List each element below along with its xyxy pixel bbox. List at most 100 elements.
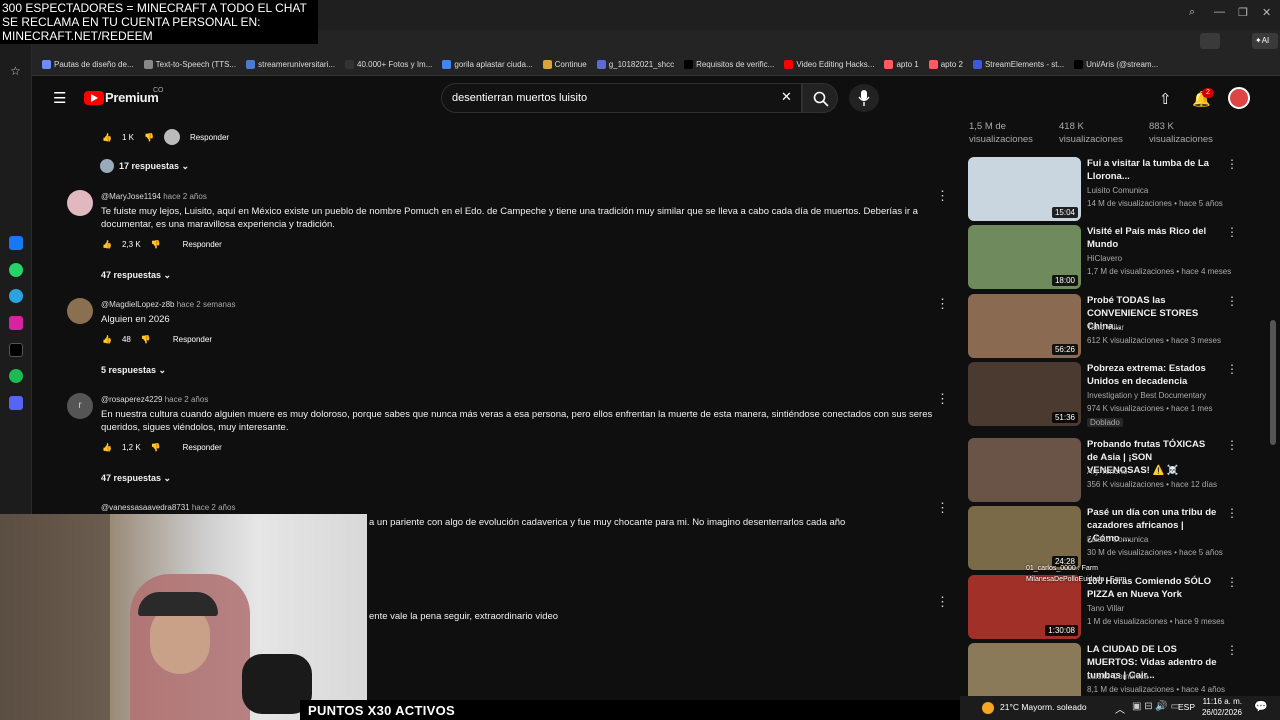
avatar[interactable] bbox=[1228, 87, 1250, 109]
maximize-icon[interactable]: ❐ bbox=[1238, 6, 1248, 19]
video-thumbnail[interactable]: 24:28 bbox=[968, 506, 1081, 570]
reply-button[interactable]: Responder bbox=[173, 335, 212, 344]
avatar[interactable]: r bbox=[67, 393, 93, 419]
comment-author[interactable]: @rosaperez4229 hace 2 años bbox=[101, 395, 208, 404]
dislike-icon[interactable]: 👎 bbox=[151, 240, 161, 249]
reply-button[interactable]: Responder bbox=[183, 443, 222, 452]
channel-name[interactable]: Tano Villar bbox=[1087, 604, 1124, 613]
youtube-logo-icon[interactable] bbox=[84, 91, 104, 105]
bookmark-item[interactable]: Requisitos de verific... bbox=[684, 60, 774, 69]
x-icon[interactable] bbox=[9, 343, 23, 357]
bookmark-item[interactable]: Pautas de diseño de... bbox=[42, 60, 134, 69]
like-icon[interactable]: 👍 bbox=[102, 335, 112, 344]
more-options-icon[interactable]: ⋮ bbox=[1226, 575, 1238, 589]
scrollbar[interactable] bbox=[1270, 320, 1276, 445]
video-card[interactable]: 24:28 Pasé un día con una tribu de cazado… bbox=[968, 506, 1268, 570]
like-icon[interactable]: 👍 bbox=[102, 133, 112, 142]
channel-name[interactable]: Investigation y Best Documentary bbox=[1087, 391, 1206, 400]
comment-time[interactable]: hace 2 años bbox=[163, 192, 207, 201]
show-replies-button[interactable]: 47 respuestas ⌄ bbox=[101, 473, 171, 484]
like-icon[interactable]: 👍 bbox=[102, 443, 112, 452]
video-card[interactable]: 51:36 Pobreza extrema: Estados Unidos en … bbox=[968, 362, 1268, 427]
voice-search-button[interactable] bbox=[849, 84, 879, 112]
more-options-icon[interactable]: ⋮ bbox=[936, 500, 949, 516]
more-options-icon[interactable]: ⋮ bbox=[1226, 506, 1238, 520]
video-thumbnail[interactable] bbox=[968, 438, 1081, 502]
video-title[interactable]: Fui a visitar la tumba de La Llorona... bbox=[1087, 157, 1217, 183]
bookmark-item[interactable]: Text-to-Speech (TTS... bbox=[143, 60, 236, 69]
language-indicator[interactable]: ESP bbox=[1178, 702, 1195, 712]
more-options-icon[interactable]: ⋮ bbox=[936, 391, 949, 407]
search-input[interactable]: desentierran muertos luisito bbox=[441, 83, 802, 113]
player-icon[interactable] bbox=[9, 396, 23, 410]
video-title[interactable]: Visité el País más Rico del Mundo bbox=[1087, 225, 1217, 251]
more-options-icon[interactable]: ⋮ bbox=[936, 188, 949, 204]
show-replies-button[interactable]: 47 respuestas ⌄ bbox=[101, 270, 171, 281]
show-replies-button[interactable]: 17 respuestas ⌄ bbox=[119, 161, 189, 172]
author-name[interactable]: @MaryJose1194 bbox=[101, 192, 161, 201]
dislike-icon[interactable]: 👎 bbox=[144, 133, 154, 142]
bookmark-item[interactable]: 40.000+ Fotos y Im... bbox=[345, 60, 432, 69]
video-card[interactable]: 56:26 Probé TODAS las CONVENIENCE STORES … bbox=[968, 294, 1268, 358]
channel-name[interactable]: HiClavero bbox=[1087, 254, 1122, 263]
comment-author[interactable]: @MagdielLopez-z8b hace 2 semanas bbox=[101, 300, 235, 309]
weather-icon[interactable] bbox=[982, 702, 994, 714]
search-button[interactable] bbox=[802, 83, 838, 113]
author-name[interactable]: @rosaperez4229 bbox=[101, 395, 163, 404]
show-replies-button[interactable]: 5 respuestas ⌄ bbox=[101, 365, 166, 376]
author-name[interactable]: @vanessasaavedra8731 bbox=[101, 503, 190, 512]
dislike-icon[interactable]: 👎 bbox=[141, 335, 151, 344]
comment-time[interactable]: hace 2 semanas bbox=[177, 300, 236, 309]
video-thumbnail[interactable]: 18:00 bbox=[968, 225, 1081, 289]
video-thumbnail[interactable]: 51:36 bbox=[968, 362, 1081, 426]
minimize-icon[interactable]: — bbox=[1214, 6, 1225, 18]
bookmark-item[interactable]: Video Editing Hacks... bbox=[784, 60, 874, 69]
more-options-icon[interactable]: ⋮ bbox=[1226, 438, 1238, 452]
bookmark-item[interactable]: apto 1 bbox=[884, 60, 919, 69]
reply-button[interactable]: Responder bbox=[190, 133, 229, 142]
bookmark-item[interactable]: Continue bbox=[542, 60, 587, 69]
channel-name[interactable]: Luisito Comunica bbox=[1087, 672, 1148, 681]
reply-button[interactable]: Responder bbox=[183, 240, 222, 249]
like-icon[interactable]: 👍 bbox=[102, 240, 112, 249]
bookmark-item[interactable]: Uni/Aris (@stream... bbox=[1074, 60, 1158, 69]
author-name[interactable]: @MagdielLopez-z8b bbox=[101, 300, 175, 309]
bookmark-item[interactable]: gorila aplastar ciuda... bbox=[442, 60, 533, 69]
extension-icon[interactable] bbox=[1200, 33, 1220, 49]
dislike-icon[interactable]: 👎 bbox=[151, 443, 161, 452]
video-card[interactable]: Probando frutas TÓXICAS de Asia | ¡SON V… bbox=[968, 438, 1268, 502]
clear-search-icon[interactable]: ✕ bbox=[781, 89, 792, 105]
video-card[interactable]: 1:30:08 100 Horas Comiendo SÓLO PIZZA en … bbox=[968, 575, 1268, 639]
more-options-icon[interactable]: ⋮ bbox=[1226, 643, 1238, 657]
ai-button[interactable]: ✦AI bbox=[1252, 33, 1278, 49]
channel-name[interactable]: Luisito Comunica bbox=[1087, 535, 1148, 544]
menu-icon[interactable]: ☰ bbox=[53, 89, 66, 107]
weather-text[interactable]: 21°C Mayorm. soleado bbox=[1000, 702, 1087, 712]
bookmark-item[interactable]: g_10182021_shcc bbox=[596, 60, 674, 69]
whatsapp-icon[interactable] bbox=[9, 263, 23, 277]
more-options-icon[interactable]: ⋮ bbox=[1226, 157, 1238, 171]
premium-logo-text[interactable]: Premium bbox=[105, 90, 159, 105]
avatar[interactable] bbox=[67, 298, 93, 324]
search-tabs-icon[interactable]: ⌕ bbox=[1189, 6, 1195, 19]
favorites-star-icon[interactable]: ☆ bbox=[10, 64, 21, 78]
video-card[interactable]: 18:00 Visité el País más Rico del Mundo Hi… bbox=[968, 225, 1268, 289]
video-thumbnail[interactable]: 56:26 bbox=[968, 294, 1081, 358]
channel-name[interactable]: Luisito Comunica bbox=[1087, 186, 1148, 195]
clock[interactable]: 11:16 a. m. 26/02/2026 bbox=[1200, 696, 1242, 718]
tray-chevron-icon[interactable]: ︿ bbox=[1115, 701, 1125, 716]
more-options-icon[interactable]: ⋮ bbox=[1226, 225, 1238, 239]
video-thumbnail[interactable]: 1:30:08 bbox=[968, 575, 1081, 639]
more-options-icon[interactable]: ⋮ bbox=[936, 296, 949, 312]
tray-icons[interactable]: ▣ ⊟ 🔊 ▭ bbox=[1132, 701, 1180, 712]
video-thumbnail[interactable]: 15:04 bbox=[968, 157, 1081, 221]
telegram-icon[interactable] bbox=[9, 289, 23, 303]
more-options-icon[interactable]: ⋮ bbox=[936, 594, 949, 610]
comment-time[interactable]: hace 2 años bbox=[192, 503, 236, 512]
video-title[interactable]: Pobreza extrema: Estados Unidos en decad… bbox=[1087, 362, 1217, 388]
spotify-icon[interactable] bbox=[9, 369, 23, 383]
comment-author[interactable]: @vanessasaavedra8731 hace 2 años bbox=[101, 503, 235, 512]
close-icon[interactable]: ✕ bbox=[1262, 6, 1271, 19]
bookmark-item[interactable]: streameruniversitari... bbox=[246, 60, 335, 69]
channel-name[interactable]: Ary Tenorio bbox=[1087, 467, 1127, 476]
